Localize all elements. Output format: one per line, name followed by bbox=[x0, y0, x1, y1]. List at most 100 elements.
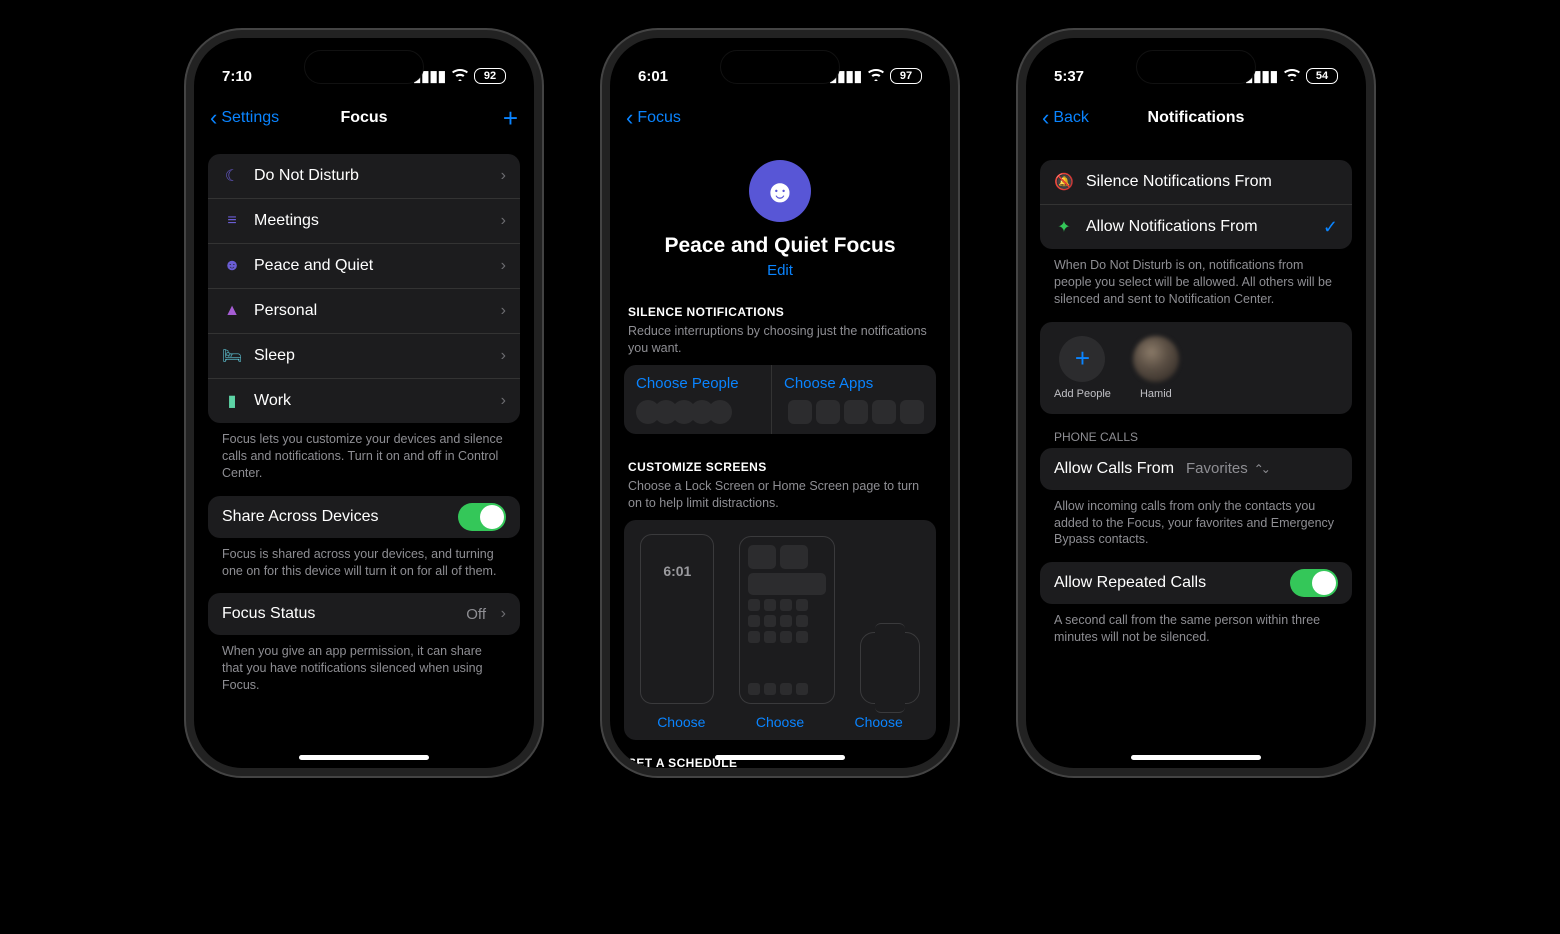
smile-icon: ☻ bbox=[222, 256, 242, 276]
customize-section-sub: Choose a Lock Screen or Home Screen page… bbox=[624, 474, 936, 520]
focus-status-row[interactable]: Focus Status Off › bbox=[208, 593, 520, 635]
choose-homescreen-button[interactable]: Choose bbox=[756, 714, 804, 730]
watch-preview[interactable] bbox=[860, 582, 920, 704]
focus-status-label: Focus Status bbox=[222, 605, 315, 623]
battery-icon: 92 bbox=[474, 68, 506, 84]
repeated-calls-label: Allow Repeated Calls bbox=[1054, 574, 1206, 592]
share-devices-footer: Focus is shared across your devices, and… bbox=[208, 538, 520, 580]
customize-section-header: CUSTOMIZE SCREENS bbox=[624, 460, 936, 474]
list-icon: ≡ bbox=[222, 211, 242, 231]
allow-calls-value: Favorites⌃⌄ bbox=[1186, 460, 1268, 477]
back-button[interactable]: ‹ Back bbox=[1042, 107, 1089, 129]
choose-people-label: Choose People bbox=[636, 375, 759, 392]
chevron-left-icon: ‹ bbox=[210, 107, 217, 129]
chevron-left-icon: ‹ bbox=[626, 107, 633, 129]
focus-list: ☾ Do Not Disturb › ≡ Meetings › ☻ Peace … bbox=[208, 154, 520, 423]
contact-name: Hamid bbox=[1140, 388, 1172, 400]
phone-calls-header: PHONE CALLS bbox=[1040, 414, 1352, 446]
repeated-calls-group: Allow Repeated Calls bbox=[1040, 562, 1352, 604]
lockscreen-preview[interactable]: 6:01 bbox=[640, 534, 714, 704]
focus-item-label: Meetings bbox=[254, 212, 319, 230]
nav-bar: ‹ Back Notifications bbox=[1040, 96, 1352, 140]
add-people-button[interactable]: + bbox=[1059, 336, 1105, 382]
chevron-right-icon: › bbox=[501, 257, 506, 275]
chevron-right-icon: › bbox=[501, 302, 506, 320]
silence-from-row[interactable]: 🔕 Silence Notifications From bbox=[1040, 160, 1352, 205]
checkmark-seal-icon: ✦ bbox=[1054, 217, 1074, 237]
silence-from-label: Silence Notifications From bbox=[1086, 173, 1272, 191]
repeated-calls-footer: A second call from the same person withi… bbox=[1040, 604, 1352, 646]
focus-item-label: Do Not Disturb bbox=[254, 167, 359, 185]
focus-item-personal[interactable]: ▲ Personal › bbox=[208, 289, 520, 334]
share-devices-label: Share Across Devices bbox=[222, 508, 379, 526]
focus-item-dnd[interactable]: ☾ Do Not Disturb › bbox=[208, 154, 520, 199]
focus-list-footer: Focus lets you customize your devices an… bbox=[208, 423, 520, 482]
checkmark-icon: ✓ bbox=[1323, 217, 1338, 238]
back-button[interactable]: ‹ Settings bbox=[210, 107, 279, 129]
customize-screens-box: 6:01 Choose bbox=[624, 520, 936, 740]
repeated-calls-toggle[interactable] bbox=[1290, 569, 1338, 597]
allow-from-row[interactable]: ✦ Allow Notifications From ✓ bbox=[1040, 205, 1352, 249]
allowed-people-box: + Add People Hamid bbox=[1040, 322, 1352, 414]
homescreen-preview[interactable] bbox=[739, 536, 835, 704]
badge-icon: ▮ bbox=[222, 391, 242, 411]
choose-watch-button[interactable]: Choose bbox=[855, 714, 903, 730]
phone-notifications: 5:37 ▮▮▮▮ 54 ‹ Back Notifications 🔕 bbox=[1018, 30, 1374, 776]
silence-chooser: Choose People Choose Apps bbox=[624, 365, 936, 434]
allow-calls-label: Allow Calls From bbox=[1054, 460, 1174, 478]
home-indicator[interactable] bbox=[715, 755, 845, 760]
bed-icon: 🛏 bbox=[222, 346, 242, 366]
back-label: Focus bbox=[637, 109, 681, 127]
nav-title: Focus bbox=[340, 109, 387, 127]
silence-section-header: SILENCE NOTIFICATIONS bbox=[624, 305, 936, 319]
people-placeholders bbox=[636, 400, 759, 424]
focus-big-icon: ☻ bbox=[749, 160, 811, 222]
focus-status-footer: When you give an app permission, it can … bbox=[208, 635, 520, 694]
status-time: 6:01 bbox=[638, 68, 668, 85]
battery-icon: 97 bbox=[890, 68, 922, 84]
share-devices-row: Share Across Devices bbox=[208, 496, 520, 538]
chevron-right-icon: › bbox=[501, 605, 506, 623]
focus-item-label: Work bbox=[254, 392, 291, 410]
home-indicator[interactable] bbox=[299, 755, 429, 760]
dynamic-island bbox=[304, 50, 424, 84]
allow-calls-row[interactable]: Allow Calls From Favorites⌃⌄ bbox=[1040, 448, 1352, 490]
edit-button[interactable]: Edit bbox=[624, 262, 936, 279]
nav-title: Notifications bbox=[1148, 109, 1245, 127]
dynamic-island bbox=[1136, 50, 1256, 84]
chevron-right-icon: › bbox=[501, 212, 506, 230]
status-time: 5:37 bbox=[1054, 68, 1084, 85]
choose-lockscreen-button[interactable]: Choose bbox=[657, 714, 705, 730]
contact-avatar[interactable] bbox=[1133, 336, 1179, 382]
nav-bar: ‹ Settings Focus + bbox=[208, 96, 520, 140]
focus-item-label: Sleep bbox=[254, 347, 295, 365]
allow-calls-footer: Allow incoming calls from only the conta… bbox=[1040, 490, 1352, 549]
phone-focus-detail: 6:01 ▮▮▮▮ 97 ‹ Focus ☻ Peace and Quiet F… bbox=[602, 30, 958, 776]
back-label: Settings bbox=[221, 109, 279, 127]
focus-item-work[interactable]: ▮ Work › bbox=[208, 379, 520, 423]
focus-item-peace-quiet[interactable]: ☻ Peace and Quiet › bbox=[208, 244, 520, 289]
share-devices-toggle[interactable] bbox=[458, 503, 506, 531]
wifi-icon bbox=[452, 68, 468, 85]
phone-focus-list: 7:10 ▮▮▮▮ 92 ‹ Settings Focus + ☾ bbox=[186, 30, 542, 776]
choose-apps-button[interactable]: Choose Apps bbox=[772, 365, 936, 434]
dynamic-island bbox=[720, 50, 840, 84]
choose-people-button[interactable]: Choose People bbox=[624, 365, 772, 434]
updown-chevron-icon: ⌃⌄ bbox=[1254, 462, 1268, 476]
back-label: Back bbox=[1053, 109, 1089, 127]
moon-icon: ☾ bbox=[222, 166, 242, 186]
person-icon: ▲ bbox=[222, 301, 242, 321]
choose-apps-label: Choose Apps bbox=[784, 375, 924, 392]
home-indicator[interactable] bbox=[1131, 755, 1261, 760]
bell-slash-icon: 🔕 bbox=[1054, 172, 1074, 192]
focus-item-meetings[interactable]: ≡ Meetings › bbox=[208, 199, 520, 244]
chevron-left-icon: ‹ bbox=[1042, 107, 1049, 129]
add-focus-button[interactable]: + bbox=[503, 103, 518, 134]
chevron-right-icon: › bbox=[501, 347, 506, 365]
allow-from-label: Allow Notifications From bbox=[1086, 218, 1258, 236]
focus-item-sleep[interactable]: 🛏 Sleep › bbox=[208, 334, 520, 379]
wifi-icon bbox=[868, 68, 884, 85]
lockscreen-time: 6:01 bbox=[663, 563, 691, 579]
back-button[interactable]: ‹ Focus bbox=[626, 107, 681, 129]
status-time: 7:10 bbox=[222, 68, 252, 85]
